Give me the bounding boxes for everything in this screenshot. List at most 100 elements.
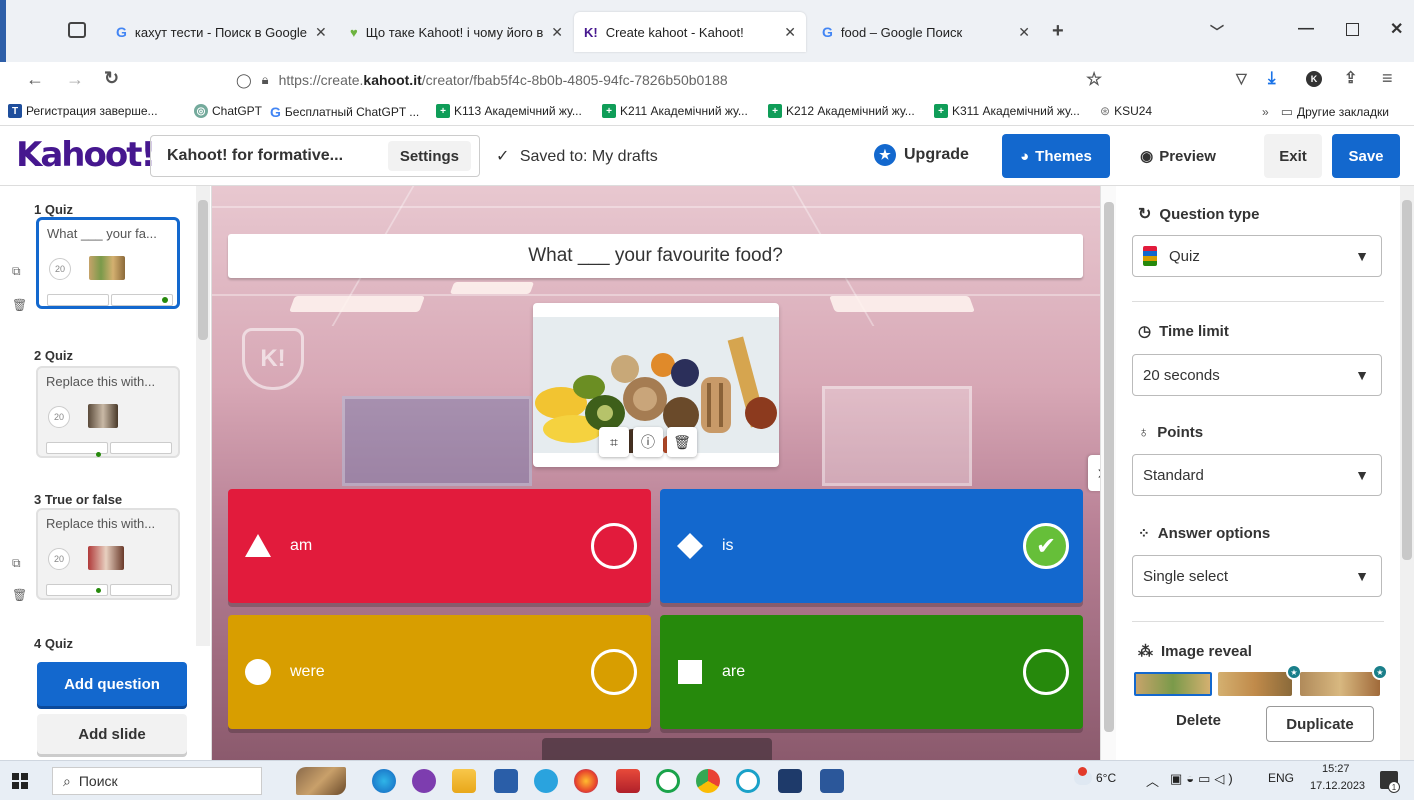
scrollbar-thumb[interactable] [1402, 200, 1412, 560]
bookmark-item[interactable]: ◎ ChatGPT [194, 104, 262, 118]
new-tab-icon[interactable]: + [1052, 20, 1064, 43]
save-icon[interactable] [494, 769, 518, 793]
bookmark-item[interactable]: G Бесплатный ChatGPT ... [270, 104, 419, 120]
close-window-icon[interactable]: ✕ [1390, 19, 1403, 39]
tab-list-icon[interactable] [68, 22, 86, 38]
slide-card-1[interactable]: What ___ your fa... 20 [36, 217, 180, 309]
duplicate-button[interactable]: Duplicate [1266, 706, 1374, 742]
image-reveal-option[interactable] [1134, 672, 1212, 696]
save-button[interactable]: Save [1332, 134, 1400, 178]
close-tab-icon[interactable]: ✕ [784, 24, 796, 41]
download-icon[interactable]: ⤓ [1268, 68, 1276, 88]
mail-icon[interactable] [616, 769, 640, 793]
points-select[interactable]: Standard ▼ [1132, 454, 1382, 496]
pocket-icon[interactable]: ▽ [1236, 70, 1247, 87]
delete-slide-icon[interactable]: 🗑︎ [12, 298, 27, 312]
slide-card-2[interactable]: Replace this with... 20 [36, 366, 180, 458]
tab-create-kahoot[interactable]: K! Create kahoot - Kahoot! ✕ [574, 12, 806, 52]
whatsapp-icon[interactable] [656, 769, 680, 793]
language-indicator[interactable]: ENG [1268, 771, 1294, 785]
viber-icon[interactable] [412, 769, 436, 793]
mark-correct-toggle[interactable] [591, 649, 637, 695]
answer-option-2[interactable]: is ✔ [660, 489, 1083, 603]
tray-icons[interactable]: ▣◒▭◁) [1170, 771, 1237, 787]
close-tab-icon[interactable]: ✕ [315, 24, 327, 41]
bookmark-item[interactable]: + K113 Академічний жу... [436, 104, 582, 118]
answer-option-4[interactable]: are [660, 615, 1083, 729]
delete-button[interactable]: Delete [1176, 712, 1221, 729]
bookmark-item[interactable]: + K311 Академічний жу... [934, 104, 1080, 118]
bookmark-item[interactable]: + K212 Академічний жу... [768, 104, 915, 118]
address-bar[interactable]: ◯ 🔒︎ https://create.kahoot.it/creator/fb… [236, 66, 1116, 94]
answer-text[interactable]: is [722, 537, 734, 555]
tab-kahoot-blog[interactable]: ♥ Що таке Kahoot! і чому його в ✕ [340, 12, 568, 52]
other-bookmarks[interactable]: » ▭ Другие закладки [1262, 104, 1389, 120]
preview-button[interactable]: ◉ Preview [1126, 134, 1230, 178]
exit-button[interactable]: Exit [1264, 134, 1322, 178]
settings-button[interactable]: Settings [387, 141, 471, 171]
answer-options-select[interactable]: Single select ▼ [1132, 555, 1382, 597]
image-reveal-option[interactable] [1300, 672, 1380, 696]
close-tab-icon[interactable]: ✕ [551, 24, 563, 41]
correct-check-icon[interactable]: ✔ [1023, 523, 1069, 569]
back-icon[interactable]: ← [26, 69, 44, 90]
sidebar-scrollbar[interactable] [196, 186, 210, 646]
share-icon[interactable]: ⇪ [1344, 68, 1357, 88]
canvas-scrollbar[interactable] [1100, 186, 1116, 760]
panel-scrollbar[interactable] [1400, 186, 1414, 760]
reload-icon[interactable]: ↻ [104, 68, 119, 89]
tab-google-search[interactable]: G кахут тести - Поиск в Google ✕ [106, 12, 334, 52]
taskbar-search[interactable]: ⌕ Поиск [52, 767, 262, 795]
telegram-icon[interactable] [534, 769, 558, 793]
bookmark-item[interactable]: T Регистрация заверше... [8, 104, 158, 118]
clock-time[interactable]: 15:27 [1322, 763, 1350, 775]
chrome-icon[interactable] [696, 769, 720, 793]
scrollbar-thumb[interactable] [1104, 202, 1114, 732]
maximize-icon[interactable] [1346, 23, 1359, 36]
answer-text[interactable]: were [290, 663, 325, 681]
kahoot-logo[interactable]: Kahoot! [16, 138, 156, 172]
word-icon[interactable] [820, 769, 844, 793]
bookmark-item[interactable]: + K211 Академічний жу... [602, 104, 748, 118]
info-icon[interactable]: ⓘ [633, 427, 663, 457]
minimize-icon[interactable]: — [1298, 20, 1314, 38]
question-type-select[interactable]: Quiz ▼ [1132, 235, 1382, 277]
trash-icon[interactable]: 🗑︎ [667, 427, 697, 457]
mark-correct-toggle[interactable] [1023, 649, 1069, 695]
extension-icon[interactable]: K [1306, 71, 1322, 87]
image-reveal-option[interactable] [1218, 672, 1292, 696]
store-icon[interactable] [736, 769, 760, 793]
add-question-button[interactable]: Add question [37, 662, 187, 706]
delete-slide-icon[interactable]: 🗑︎ [12, 588, 27, 602]
duplicate-slide-icon[interactable]: ⧉ [12, 264, 21, 279]
firefox-icon[interactable] [574, 769, 598, 793]
crop-icon[interactable]: ⌗ [599, 427, 629, 457]
windows-start-icon[interactable] [12, 773, 28, 789]
upgrade-button[interactable]: ★ Upgrade [874, 144, 969, 166]
file-explorer-icon[interactable] [452, 769, 476, 793]
slide-card-3[interactable]: Replace this with... 20 [36, 508, 180, 600]
weather-temp[interactable]: 6°C [1096, 771, 1116, 785]
add-slide-button[interactable]: Add slide [37, 714, 187, 754]
answer-text[interactable]: are [722, 663, 745, 681]
answer-text[interactable]: am [290, 537, 312, 555]
screen-app-icon[interactable] [778, 769, 802, 793]
tab-food-search[interactable]: G food – Google Поиск ✕ [812, 12, 1040, 52]
bookmark-star-icon[interactable]: ☆ [1086, 69, 1102, 90]
kahoot-title-field[interactable]: Kahoot! for formative... Settings [150, 135, 480, 177]
question-image-container[interactable]: ⌗ ⓘ 🗑︎ [533, 303, 779, 467]
themes-button[interactable]: ◕ Themes [1002, 134, 1110, 178]
forward-icon[interactable]: → [66, 69, 84, 90]
bird-widget-icon[interactable] [296, 767, 346, 795]
menu-icon[interactable]: ≡ [1382, 68, 1393, 89]
mark-correct-toggle[interactable] [591, 523, 637, 569]
scrollbar-thumb[interactable] [198, 200, 208, 340]
question-title-input[interactable]: What ___ your favourite food? [228, 234, 1083, 278]
tray-chevron-up-icon[interactable]: ︿ [1146, 771, 1159, 790]
answer-option-3[interactable]: were [228, 615, 651, 729]
duplicate-slide-icon[interactable]: ⧉ [12, 556, 21, 571]
answer-option-1[interactable]: am [228, 489, 651, 603]
bookmark-item[interactable]: ⊛ KSU24 [1100, 104, 1152, 118]
time-limit-select[interactable]: 20 seconds ▼ [1132, 354, 1382, 396]
clock-date[interactable]: 17.12.2023 [1310, 780, 1365, 792]
